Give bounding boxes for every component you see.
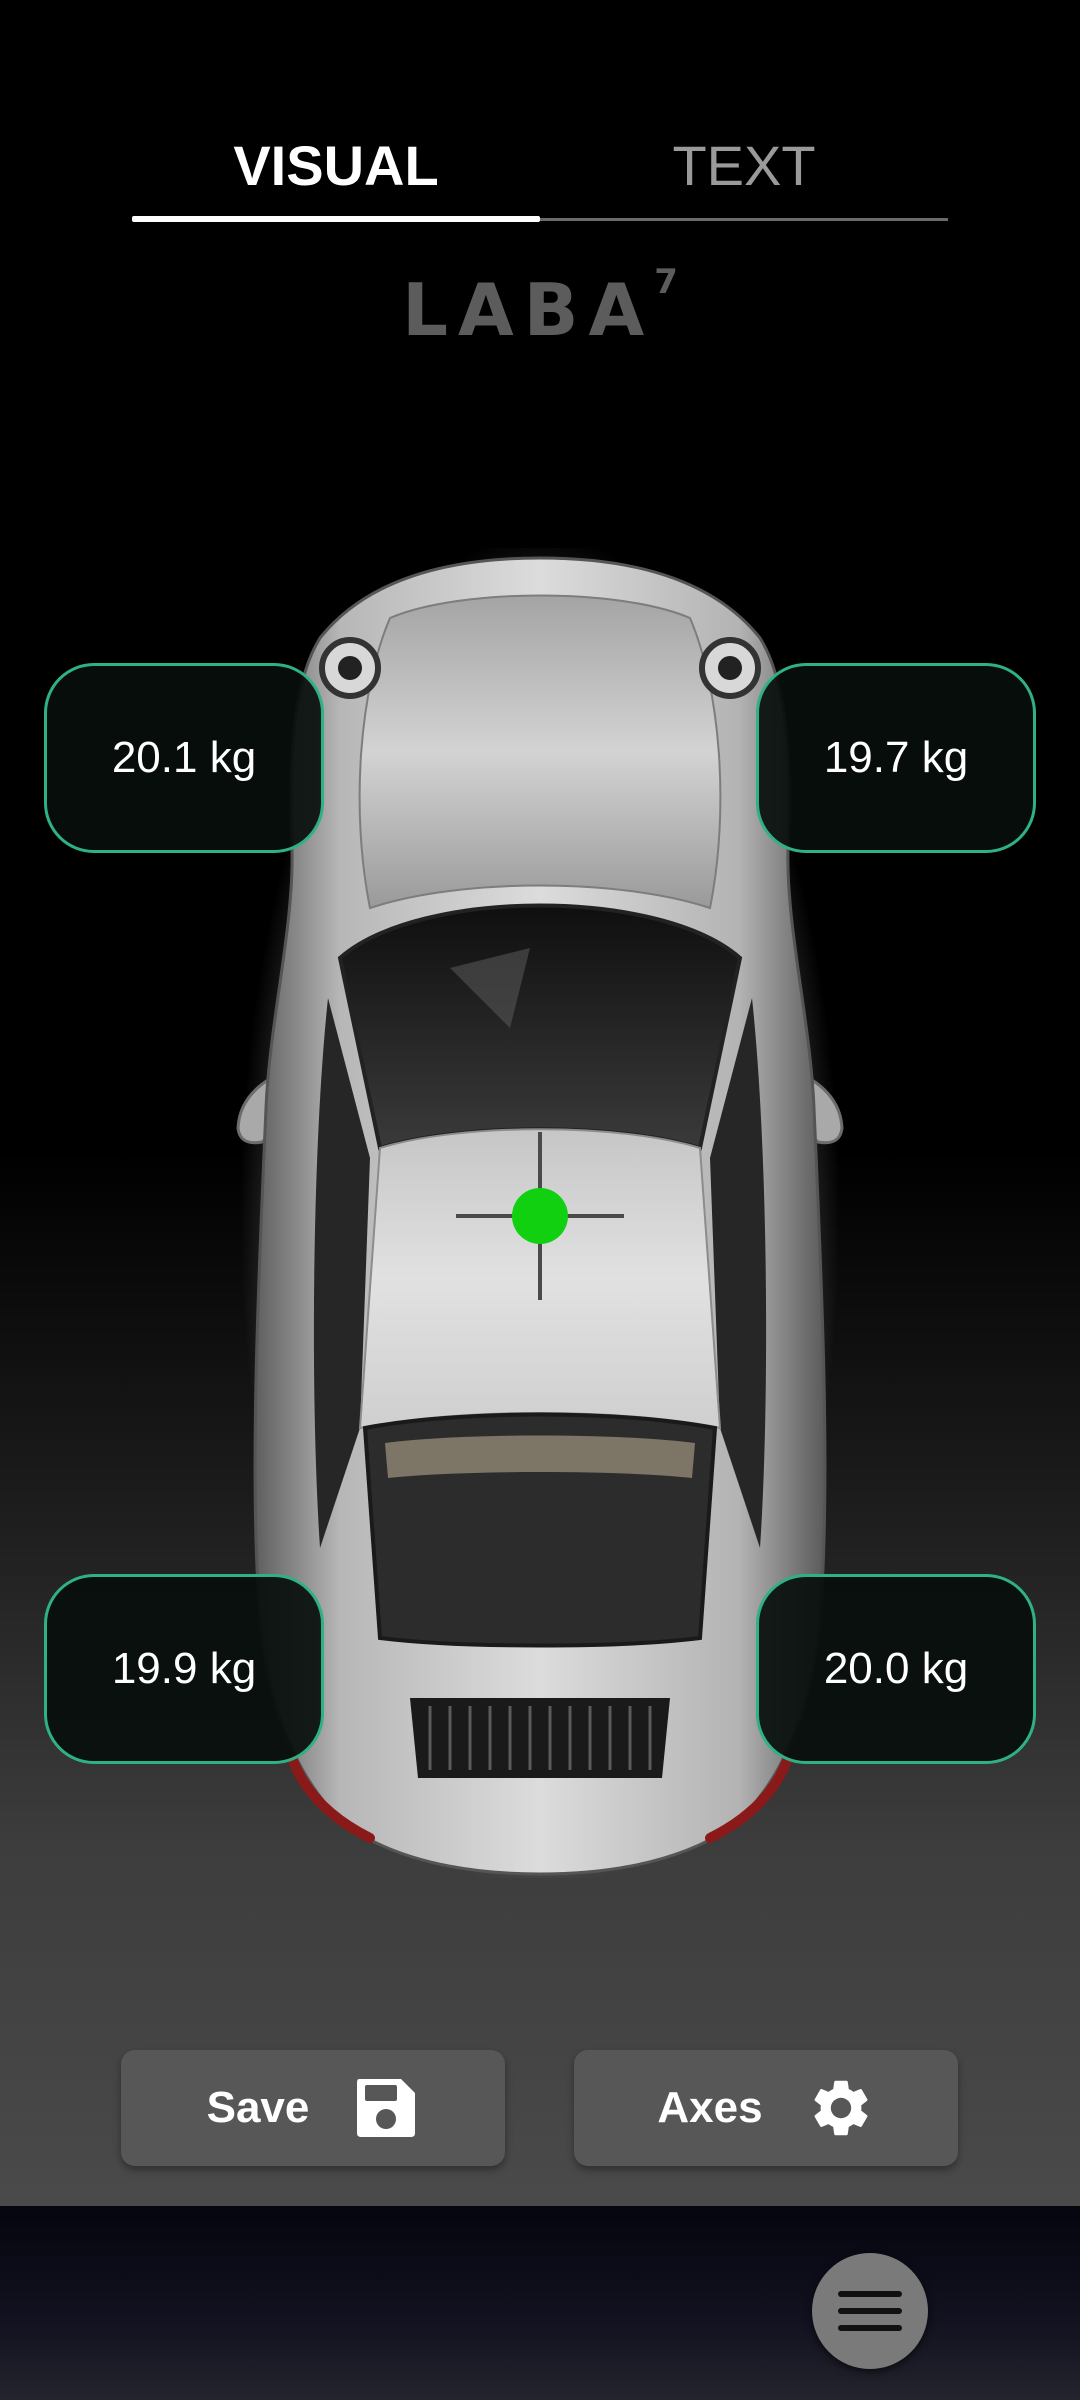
axes-button-label: Axes bbox=[657, 2083, 763, 2132]
gear-icon bbox=[814, 2080, 868, 2136]
center-of-gravity-marker bbox=[456, 1132, 624, 1300]
brand-logo-superscript: 7 bbox=[654, 262, 678, 302]
weight-front-left-value: 20.1 kg bbox=[111, 733, 257, 782]
tab-bar: VISUAL TEXT bbox=[132, 115, 948, 223]
weight-front-right-value: 19.7 kg bbox=[823, 733, 969, 782]
save-button-label: Save bbox=[206, 2083, 310, 2132]
weight-front-right: 19.7 kg bbox=[756, 663, 1036, 853]
weight-rear-right: 20.0 kg bbox=[756, 1574, 1036, 1764]
weight-rear-left: 19.9 kg bbox=[44, 1574, 324, 1764]
brand-logo-text: LABA bbox=[402, 268, 655, 352]
tab-text[interactable]: TEXT bbox=[540, 115, 948, 215]
tab-visual[interactable]: VISUAL bbox=[132, 115, 540, 215]
floppy-disk-icon bbox=[357, 2079, 416, 2137]
brand-logo: LABA7 bbox=[0, 262, 1080, 352]
weight-front-left: 20.1 kg bbox=[44, 663, 324, 853]
center-of-gravity-dot bbox=[512, 1188, 568, 1244]
menu-button[interactable] bbox=[812, 2253, 928, 2369]
axes-button[interactable]: Axes bbox=[574, 2050, 958, 2166]
hamburger-menu-icon bbox=[838, 2291, 902, 2331]
tab-active-indicator bbox=[132, 216, 540, 222]
weight-rear-left-value: 19.9 kg bbox=[111, 1644, 257, 1693]
save-button[interactable]: Save bbox=[121, 2050, 505, 2166]
weight-rear-right-value: 20.0 kg bbox=[823, 1644, 969, 1693]
